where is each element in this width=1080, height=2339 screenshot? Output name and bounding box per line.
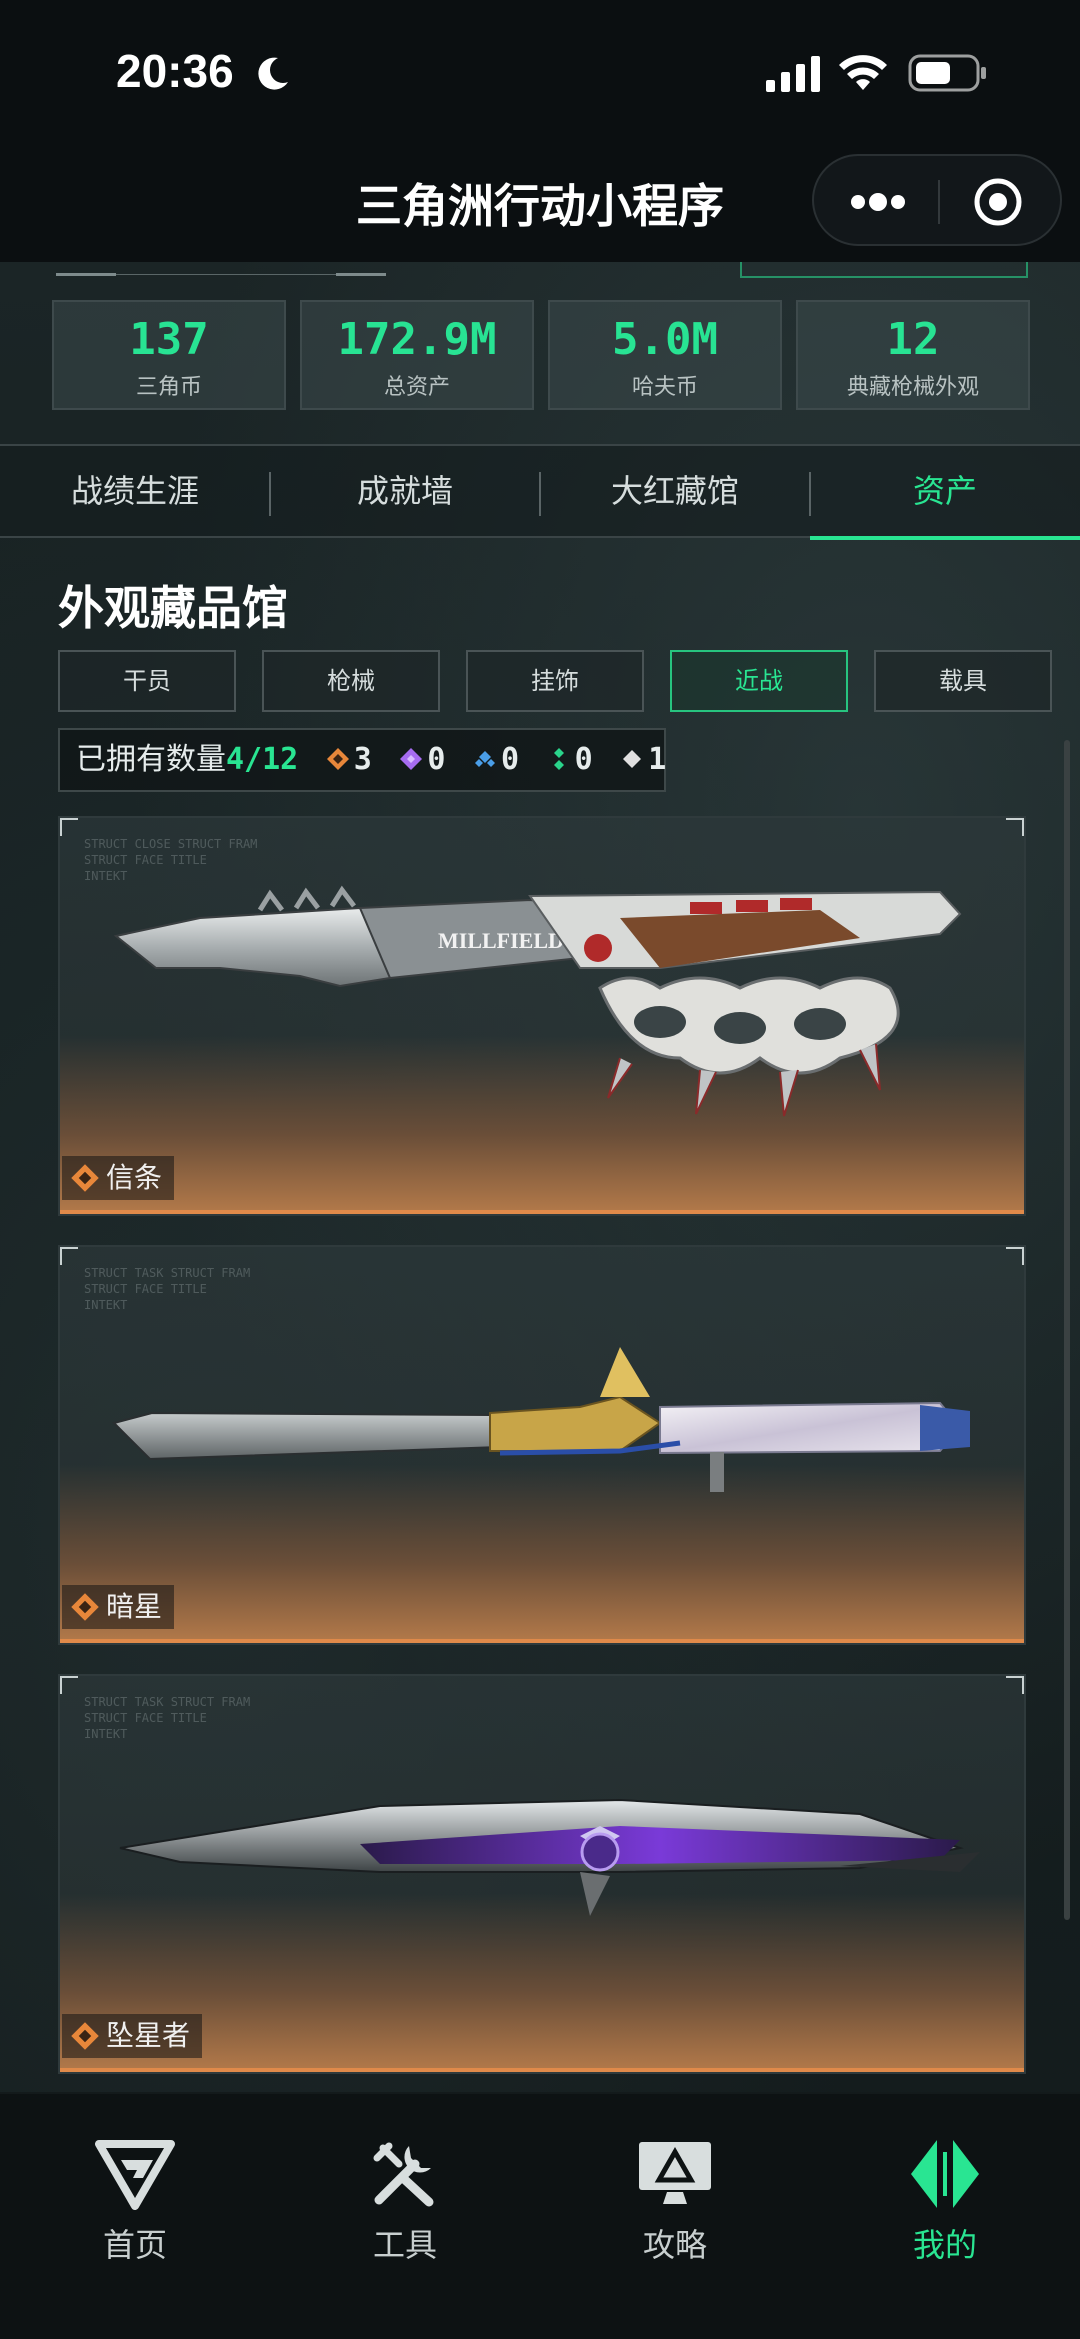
stat-value: 12 bbox=[886, 314, 940, 365]
bottom-tab-label: 我的 bbox=[912, 2226, 977, 2264]
wifi-icon bbox=[839, 55, 887, 90]
monitor-icon bbox=[639, 2142, 711, 2204]
filter-charms[interactable]: 挂饰 bbox=[466, 650, 644, 712]
corner-bracket bbox=[1006, 1676, 1024, 1694]
owned-count: 4/12 bbox=[226, 742, 299, 777]
delta-logo-icon bbox=[95, 2140, 175, 2210]
section-title: 外观藏品馆 bbox=[58, 581, 288, 635]
status-bar: 20:36 bbox=[0, 0, 1080, 140]
stat-card: 172.9M 总资产 bbox=[300, 300, 534, 410]
purple-diamond-icon bbox=[400, 748, 423, 770]
filter-vehicles[interactable]: 载具 bbox=[874, 650, 1052, 712]
green-diamond-icon bbox=[553, 748, 564, 770]
tab-red-collection[interactable]: 大红藏馆 bbox=[540, 446, 810, 538]
tab-assets[interactable]: 资产 bbox=[810, 446, 1080, 540]
orange-diamond-icon bbox=[71, 1593, 99, 1621]
signal-icon bbox=[766, 56, 820, 92]
collection-item-card[interactable]: STRUCT TASK STRUCT FRAM STRUCT FACE TITL… bbox=[58, 1245, 1026, 1645]
collection-item-card[interactable]: STRUCT CLOSE STRUCT FRAM STRUCT FACE TIT… bbox=[58, 816, 1026, 1216]
stat-label: 总资产 bbox=[383, 375, 450, 400]
tab-achievements[interactable]: 成就墙 bbox=[270, 446, 540, 538]
rarity-line bbox=[60, 1210, 1024, 1214]
rarity-value: 3 bbox=[353, 742, 372, 777]
corner-bracket bbox=[60, 818, 78, 836]
rarity-value: 0 bbox=[574, 742, 593, 777]
filter-melee[interactable]: 近战 bbox=[670, 650, 848, 712]
filter-guns[interactable]: 枪械 bbox=[262, 650, 440, 712]
stat-value: 172.9M bbox=[337, 314, 497, 365]
rarity-line bbox=[60, 2068, 1024, 2072]
corner-bracket bbox=[1006, 818, 1024, 836]
collection-item-card[interactable]: STRUCT TASK STRUCT FRAM STRUCT FACE TITL… bbox=[58, 1674, 1026, 2074]
rarity-count-purple: 0 bbox=[399, 730, 445, 790]
bottom-tab-label: 工具 bbox=[372, 2226, 437, 2264]
bottom-tab-mine[interactable]: 我的 bbox=[810, 2138, 1080, 2266]
rarity-count-green: 0 bbox=[547, 730, 593, 790]
orange-diamond-icon bbox=[71, 2022, 99, 2050]
filter-operators[interactable]: 干员 bbox=[58, 650, 236, 712]
battery-icon bbox=[908, 54, 986, 92]
bottom-tab-guides[interactable]: 攻略 bbox=[540, 2138, 810, 2266]
mini-program-navbar: 三角洲行动小程序 bbox=[0, 140, 1080, 262]
moon-icon bbox=[258, 57, 288, 90]
stat-value: 5.0M bbox=[612, 314, 718, 365]
item-name-tag: 信条 bbox=[62, 1156, 175, 1200]
rarity-count-white: 1 bbox=[620, 730, 666, 790]
capsule-menu[interactable] bbox=[812, 154, 1062, 246]
more-dots-icon[interactable] bbox=[850, 186, 906, 218]
tools-icon bbox=[373, 2142, 434, 2207]
owned-label: 已拥有数量 bbox=[76, 742, 226, 777]
stat-label: 哈夫币 bbox=[631, 375, 698, 400]
rarity-value: 0 bbox=[427, 742, 446, 777]
blue-diamond-icon bbox=[475, 751, 496, 767]
svg-text:MILLFIELD: MILLFIELD bbox=[438, 928, 564, 953]
rarity-value: 0 bbox=[501, 742, 520, 777]
header-decoration bbox=[56, 273, 386, 276]
close-target-icon[interactable] bbox=[972, 176, 1024, 228]
bottom-tab-label: 首页 bbox=[102, 2226, 167, 2264]
orange-diamond-icon bbox=[71, 1164, 99, 1192]
item-name: 坠星者 bbox=[106, 2019, 191, 2052]
bottom-tab-home[interactable]: 首页 bbox=[0, 2138, 270, 2266]
owned-count-bar: 已拥有数量4/12 3 0 0 0 1 bbox=[58, 728, 666, 792]
tab-career[interactable]: 战绩生涯 bbox=[0, 446, 270, 538]
stat-label: 典藏枪械外观 bbox=[846, 375, 979, 400]
header-decoration-frame bbox=[740, 262, 1028, 278]
corner-bracket bbox=[60, 1676, 78, 1694]
stat-card: 12 典藏枪械外观 bbox=[796, 300, 1030, 410]
item-name: 信条 bbox=[106, 1161, 163, 1194]
stats-row: 137 三角币 172.9M 总资产 5.0M 哈夫币 12 典藏枪械外观 bbox=[52, 300, 1032, 410]
orange-diamond-icon bbox=[326, 748, 349, 770]
bottom-tab-tools[interactable]: 工具 bbox=[270, 2138, 540, 2266]
rarity-count-orange: 3 bbox=[326, 730, 372, 790]
rarity-value: 1 bbox=[648, 742, 667, 777]
stat-card: 137 三角币 bbox=[52, 300, 286, 410]
item-name-tag: 坠星者 bbox=[62, 2014, 203, 2058]
bottom-tab-label: 攻略 bbox=[642, 2226, 707, 2264]
capsule-divider bbox=[938, 180, 940, 224]
knife-image-star-faller bbox=[119, 1798, 980, 1916]
rarity-line bbox=[60, 1639, 1024, 1643]
item-name-tag: 暗星 bbox=[62, 1585, 175, 1629]
profile-emblem-icon bbox=[911, 2140, 979, 2208]
stat-label: 三角币 bbox=[135, 375, 202, 400]
rarity-count-blue: 0 bbox=[473, 730, 519, 790]
item-name: 暗星 bbox=[106, 1590, 163, 1623]
corner-bracket bbox=[60, 1247, 78, 1265]
knife-image-dark-star bbox=[112, 1347, 970, 1492]
profile-tabs: 战绩生涯 成就墙 大红藏馆 资产 bbox=[0, 444, 1080, 540]
scrollbar[interactable] bbox=[1064, 740, 1070, 1920]
corner-bracket bbox=[1006, 1247, 1024, 1265]
bottom-tab-bar: 首页 工具 攻略 我的 bbox=[0, 2094, 1080, 2339]
white-diamond-icon bbox=[623, 750, 642, 768]
knife-image-creed: MILLFIELD bbox=[113, 885, 962, 1117]
status-time: 20:36 bbox=[116, 45, 234, 97]
stat-value: 137 bbox=[129, 314, 209, 365]
stat-card: 5.0M 哈夫币 bbox=[548, 300, 782, 410]
